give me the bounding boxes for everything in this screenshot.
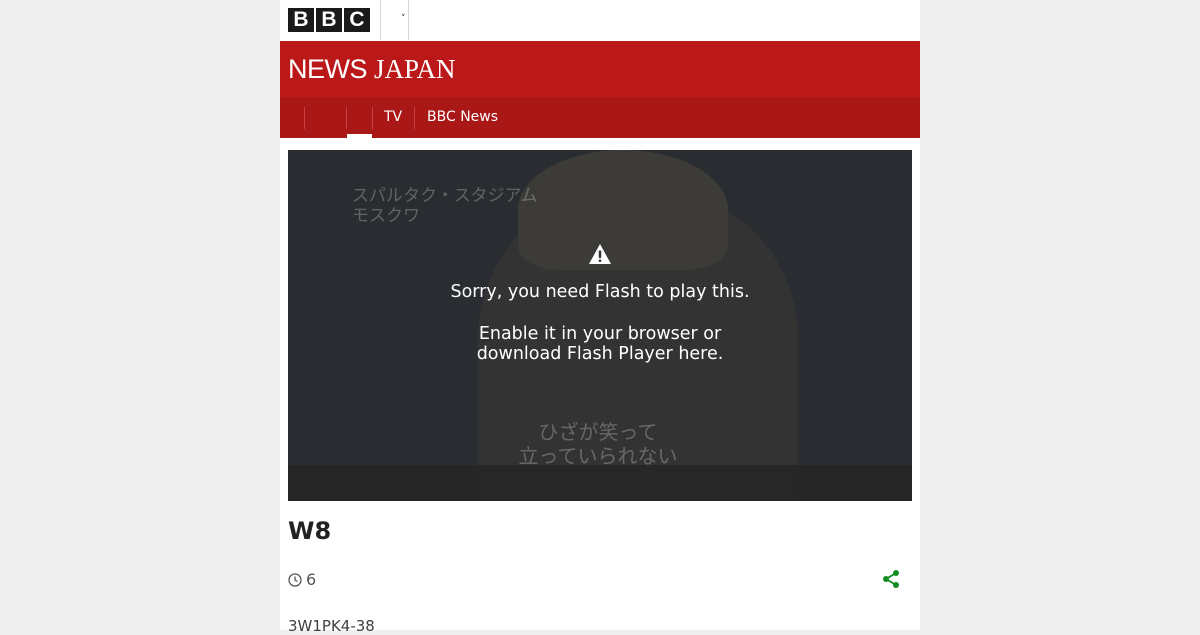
nav-item-bbc-news[interactable]: BBC News <box>427 97 498 138</box>
article-title: W8 <box>288 517 332 545</box>
nav-divider <box>414 107 415 129</box>
bbc-logo-letter: B <box>288 8 314 32</box>
page: B B C ˅ NEWS JAPAN TV BBC News スパルタク・スタジ… <box>280 0 920 635</box>
video-subtitle-line: ひざが笑って <box>538 420 658 444</box>
divider <box>380 0 381 40</box>
video-controls-bar[interactable] <box>288 465 912 501</box>
nav-active-indicator <box>347 134 372 138</box>
share-icon[interactable] <box>881 569 901 589</box>
bbc-logo[interactable]: B B C <box>288 8 370 32</box>
video-caption-line: スパルタク・スタジアム <box>352 186 538 206</box>
bbc-logo-letter: B <box>316 8 342 32</box>
bbc-logo-letter: C <box>344 8 370 32</box>
nav-item-tv[interactable]: TV <box>384 97 402 138</box>
news-masthead: NEWS JAPAN <box>280 41 920 97</box>
chevron-down-icon[interactable]: ˅ <box>401 14 406 24</box>
video-subtitle: ひざが笑って 立っていられない <box>498 420 698 468</box>
flash-message-line: Sorry, you need Flash to play this. <box>450 282 750 302</box>
clock-icon <box>288 572 302 587</box>
article-summary: 3W1PK4-38 <box>288 617 375 635</box>
nav-divider <box>372 107 373 129</box>
masthead-region: JAPAN <box>374 54 456 84</box>
video-player[interactable]: スパルタク・スタジアム モスクワ ひざが笑って 立っていられない Sorry, … <box>288 150 912 501</box>
video-caption: スパルタク・スタジアム モスクワ <box>352 186 537 226</box>
video-caption-line: モスクワ <box>352 206 420 226</box>
article-timestamp: 6 <box>306 570 317 589</box>
flash-download-link[interactable]: Enable it in your browser or download Fl… <box>448 324 752 364</box>
main-nav: TV BBC News <box>280 97 920 138</box>
divider <box>408 0 409 40</box>
masthead-news: NEWS <box>288 54 368 84</box>
nav-divider <box>304 107 305 129</box>
article-meta: 6 <box>288 570 316 589</box>
global-header: B B C ˅ <box>280 0 920 40</box>
masthead-title[interactable]: NEWS JAPAN <box>288 53 456 85</box>
flash-message: Sorry, you need Flash to play this. Enab… <box>448 282 752 386</box>
nav-divider <box>346 107 347 129</box>
warning-icon <box>589 244 611 264</box>
